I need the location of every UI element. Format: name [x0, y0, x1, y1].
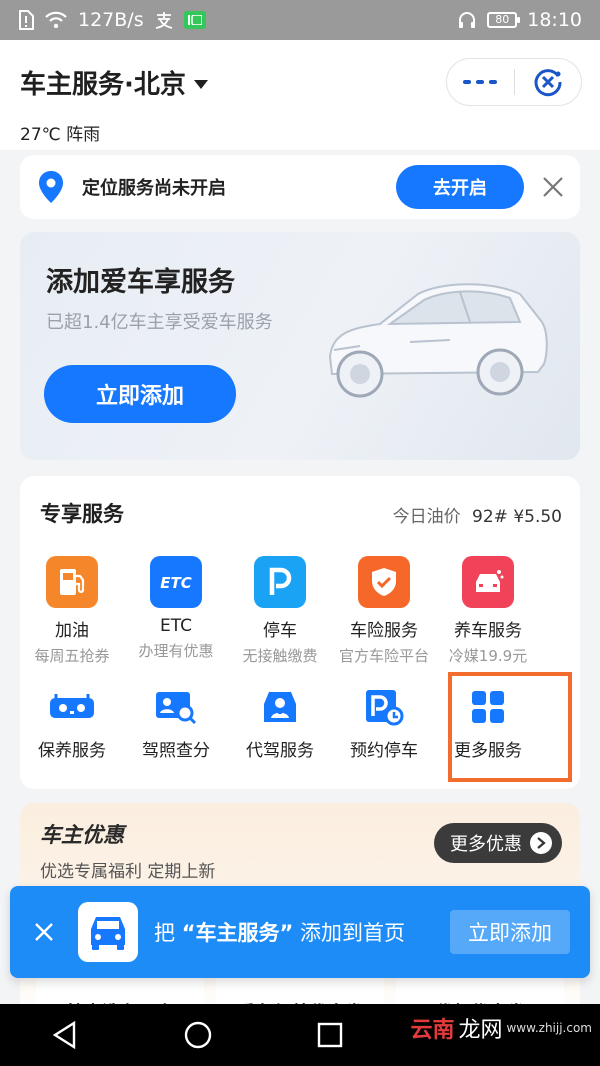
- battery-icon: 80: [487, 12, 521, 28]
- service-designated-driver[interactable]: 代驾服务: [228, 686, 332, 761]
- watermark-url: www.zhijj.com: [506, 1021, 592, 1035]
- weather-text: 27℃ 阵雨: [20, 125, 101, 145]
- fuel-icon: [46, 556, 98, 608]
- service-desc: 无接触缴费: [242, 647, 318, 665]
- license-icon: [150, 686, 202, 728]
- toast-message: 把 “车主服务” 添加到首页: [154, 917, 405, 947]
- home-icon[interactable]: [183, 1020, 213, 1050]
- car-illustration: [328, 283, 548, 398]
- promo-title: 车主优惠: [40, 823, 124, 847]
- service-car-care[interactable]: 养车服务 冷媒19.9元: [436, 556, 540, 666]
- car-wash-icon: [462, 556, 514, 608]
- service-name: 加油: [55, 621, 89, 641]
- service-name: 代驾服务: [246, 741, 314, 761]
- highlight-box: [448, 672, 572, 782]
- service-desc: 办理有优惠: [138, 642, 214, 660]
- location-pin-icon: [39, 171, 63, 203]
- services-title: 专享服务: [40, 502, 124, 526]
- oil-grade: 92#: [472, 507, 508, 527]
- add-car-banner: 添加爱车享服务 已超1.4亿车主享受爱车服务 立即添加: [20, 232, 580, 460]
- more-dots-icon: [463, 80, 498, 84]
- close-circle-icon: [534, 69, 562, 97]
- service-desc: 冷媒19.9元: [448, 647, 528, 665]
- services-row-primary: 加油 每周五抢券 ETC ETC 办理有优惠 停车 无接触缴费 车险服务 官方车…: [20, 556, 580, 666]
- service-name: ETC: [160, 616, 192, 636]
- watermark-brand: 云南: [410, 1018, 455, 1043]
- service-name: 停车: [263, 621, 297, 641]
- close-icon[interactable]: [542, 176, 564, 198]
- svg-text:ETC: ETC: [160, 574, 192, 592]
- service-name: 预约停车: [350, 741, 418, 761]
- add-to-home-toast: 把 “车主服务” 添加到首页 立即添加: [10, 886, 590, 978]
- service-parking[interactable]: 停车 无接触缴费: [228, 556, 332, 666]
- back-icon[interactable]: [52, 1021, 78, 1049]
- promo-subtitle: 优选专属福利 定期上新: [40, 862, 216, 882]
- service-etc[interactable]: ETC ETC 办理有优惠: [124, 556, 228, 666]
- app-icon: [78, 902, 138, 962]
- header: 车主服务·北京 27℃ 阵雨: [0, 40, 600, 150]
- toast-close-icon[interactable]: [30, 922, 58, 942]
- services-section: 专享服务 今日油价 92# ¥5.50 加油 每周五抢券 ETC ETC 办理有…: [20, 476, 580, 789]
- more-deals-button[interactable]: 更多优惠: [434, 823, 562, 863]
- service-name: 保养服务: [38, 741, 106, 761]
- add-car-title: 添加爱车享服务: [46, 267, 235, 298]
- alipay-notify-icon: [154, 11, 174, 29]
- iqiyi-notify-icon: [183, 11, 206, 29]
- mini-app-capsule: [446, 58, 582, 106]
- reserve-parking-icon: [358, 686, 410, 728]
- headphones-icon: [457, 11, 477, 29]
- enable-location-button[interactable]: 去开启: [396, 165, 524, 209]
- add-to-home-button[interactable]: 立即添加: [450, 910, 570, 954]
- insurance-icon: [358, 556, 410, 608]
- etc-icon: ETC: [150, 556, 202, 608]
- add-car-button[interactable]: 立即添加: [44, 365, 236, 423]
- city-selector[interactable]: 车主服务·北京: [20, 64, 208, 101]
- page-title: 车主服务·北京: [20, 70, 186, 100]
- watermark: 云南 龙网 www.zhijj.com: [410, 1012, 592, 1044]
- recents-icon[interactable]: [317, 1022, 343, 1048]
- location-text: 定位服务尚未开启: [82, 178, 226, 199]
- status-bar: 127B/s 80 18:10: [0, 0, 600, 40]
- service-fuel[interactable]: 加油 每周五抢券: [20, 556, 124, 666]
- service-name: 驾照查分: [142, 741, 210, 761]
- add-car-subtitle: 已超1.4亿车主享受爱车服务: [46, 312, 273, 333]
- service-name: 养车服务: [454, 621, 522, 641]
- oil-price[interactable]: 今日油价 92# ¥5.50: [393, 502, 562, 527]
- wifi-icon: [44, 11, 68, 29]
- more-deals-label: 更多优惠: [450, 834, 522, 855]
- oil-price-label: 今日油价: [392, 507, 461, 527]
- clock: 18:10: [527, 9, 582, 31]
- toast-app-name: “车主服务”: [181, 921, 294, 945]
- parking-icon: [254, 556, 306, 608]
- toast-suffix: 添加到首页: [299, 921, 405, 945]
- service-name: 车险服务: [350, 621, 418, 641]
- more-options-button[interactable]: [447, 59, 514, 105]
- caret-down-icon: [193, 80, 208, 89]
- maintenance-icon: [46, 686, 98, 728]
- service-license[interactable]: 驾照查分: [124, 686, 228, 761]
- network-speed: 127B/s: [78, 9, 144, 31]
- oil-price-value: ¥5.50: [513, 507, 562, 527]
- service-maintenance[interactable]: 保养服务: [20, 686, 124, 761]
- service-reserve-parking[interactable]: 预约停车: [332, 686, 436, 761]
- watermark-brand-2: 龙网: [458, 1018, 503, 1043]
- toast-prefix: 把: [154, 921, 175, 945]
- location-banner: 定位服务尚未开启 去开启: [20, 155, 580, 219]
- sim-alert-icon: [18, 10, 34, 30]
- service-desc: 官方车险平台: [338, 647, 429, 665]
- service-insurance[interactable]: 车险服务 官方车险平台: [332, 556, 436, 666]
- driver-icon: [254, 686, 306, 728]
- chevron-right-icon: [530, 832, 552, 854]
- service-desc: 每周五抢券: [34, 647, 110, 665]
- close-app-button[interactable]: [515, 59, 582, 105]
